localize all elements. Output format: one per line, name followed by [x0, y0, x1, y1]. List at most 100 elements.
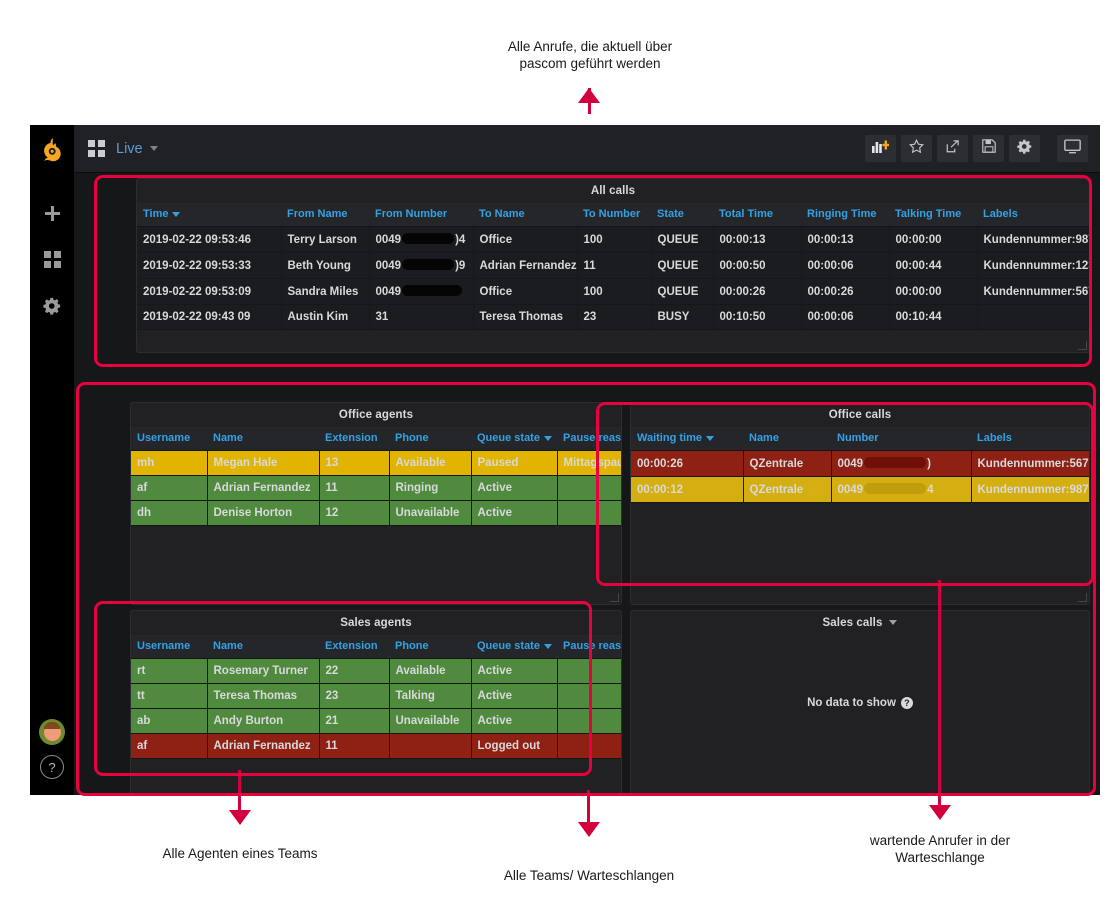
panel-title-sales-calls: Sales calls — [631, 611, 1089, 635]
table-row[interactable]: 2019-02-22 09:53:33 Beth Young 0049)9 Ad… — [137, 253, 1089, 279]
table-row[interactable]: 2019-02-22 09:53:46 Terry Larson 0049)4 … — [137, 227, 1089, 253]
panel-title-sales-agents: Sales agents — [131, 611, 621, 635]
chevron-down-icon — [150, 146, 158, 151]
share-dashboard-button[interactable] — [937, 135, 968, 162]
table-row[interactable]: mh Megan Hale 13 Available Paused Mittag… — [131, 451, 621, 476]
col-queue-state[interactable]: Queue state — [471, 427, 557, 451]
cell-pause-reason — [557, 476, 621, 501]
table-row[interactable]: af Adrian Fernandez 11 Ringing Active — [131, 476, 621, 501]
col-from-name[interactable]: From Name — [281, 203, 369, 227]
col-to-number[interactable]: To Number — [577, 203, 651, 227]
help-circle-icon[interactable]: ? — [901, 697, 913, 709]
dashboard-settings-button[interactable] — [1009, 135, 1040, 162]
user-avatar[interactable] — [39, 719, 65, 745]
cell-queue-state: Logged out — [471, 734, 557, 759]
sidebar-item-configuration[interactable] — [30, 285, 74, 331]
table-row[interactable]: 00:00:12 QZentrale 00494 Kundennummer:98… — [631, 477, 1089, 503]
cell-talking-time: 00:00:00 — [889, 279, 977, 305]
col-username[interactable]: Username — [131, 635, 207, 659]
cell-time: 2019-02-22 09:43 09 — [137, 305, 281, 330]
col-from-number[interactable]: From Number — [369, 203, 473, 227]
sort-desc-icon — [172, 212, 180, 217]
cell-total-time: 00:10:50 — [713, 305, 801, 330]
dashboard-grid-icon[interactable] — [88, 140, 105, 157]
table-row[interactable]: rt Rosemary Turner 22 Available Active — [131, 659, 621, 684]
annotation-agents-arrow — [229, 810, 251, 825]
cell-ringing-time: 00:00:13 — [801, 227, 889, 253]
dashboard-title-button[interactable]: Live — [116, 141, 158, 157]
col-pause-reason[interactable]: Pause reason — [557, 635, 621, 659]
panel-title-office-agents: Office agents — [131, 403, 621, 427]
monitor-icon — [1064, 139, 1081, 159]
tv-mode-button[interactable] — [1057, 135, 1088, 162]
dashboard-topbar: Live — [74, 125, 1100, 173]
table-row[interactable]: ab Andy Burton 21 Unavailable Active — [131, 709, 621, 734]
col-labels[interactable]: Labels — [977, 203, 1089, 227]
number-prefix: 0049 — [376, 260, 402, 272]
col-number[interactable]: Number — [831, 427, 971, 451]
cell-phone: Unavailable — [389, 501, 471, 526]
table-row[interactable]: dh Denise Horton 12 Unavailable Active — [131, 501, 621, 526]
cell-labels: Kundennummer:123456 — [977, 253, 1089, 279]
col-name[interactable]: Name — [743, 427, 831, 451]
star-dashboard-button[interactable] — [901, 135, 932, 162]
panel-resize-handle[interactable] — [610, 593, 619, 602]
col-queue-state[interactable]: Queue state — [471, 635, 557, 659]
sort-desc-icon — [544, 436, 552, 441]
col-phone[interactable]: Phone — [389, 635, 471, 659]
save-icon — [982, 139, 996, 158]
cell-from-name: Terry Larson — [281, 227, 369, 253]
annotation-top-text: Alle Anrufe, die aktuell über pascom gef… — [440, 38, 740, 72]
cell-name: Adrian Fernandez — [207, 476, 319, 501]
panel-office-agents[interactable]: Office agents Username Name Extension Ph… — [130, 402, 622, 605]
cell-extension: 22 — [319, 659, 389, 684]
table-row[interactable]: 2019-02-22 09:53:09 Sandra Miles 0049 Of… — [137, 279, 1089, 305]
col-extension[interactable]: Extension — [319, 635, 389, 659]
table-row[interactable]: 2019-02-22 09:43 09 Austin Kim 31 Teresa… — [137, 305, 1089, 330]
col-ringing-time[interactable]: Ringing Time — [801, 203, 889, 227]
col-total-time[interactable]: Total Time — [713, 203, 801, 227]
panel-sales-calls[interactable]: Sales calls No data to show? — [630, 610, 1090, 795]
topbar-actions — [865, 135, 1088, 162]
cell-state: QUEUE — [651, 253, 713, 279]
col-labels[interactable]: Labels — [971, 427, 1089, 451]
cell-pause-reason — [557, 659, 621, 684]
col-phone[interactable]: Phone — [389, 427, 471, 451]
annotation-waiting-line — [938, 580, 941, 812]
panel-office-calls[interactable]: Office calls Waiting time Name Number La… — [630, 402, 1090, 605]
panel-resize-handle[interactable] — [1078, 593, 1087, 602]
cell-talking-time: 00:00:44 — [889, 253, 977, 279]
help-button[interactable]: ? — [40, 755, 64, 779]
annotation-waiting-arrow — [929, 805, 951, 820]
col-username[interactable]: Username — [131, 427, 207, 451]
add-panel-button[interactable] — [865, 135, 896, 162]
col-time[interactable]: Time — [137, 203, 281, 227]
panel-resize-handle[interactable] — [1078, 341, 1087, 350]
col-talking-time[interactable]: Talking Time — [889, 203, 977, 227]
grafana-logo[interactable] — [37, 135, 67, 165]
col-state[interactable]: State — [651, 203, 713, 227]
cell-extension: 12 — [319, 501, 389, 526]
col-extension[interactable]: Extension — [319, 427, 389, 451]
panel-all-calls[interactable]: All calls Time From Name From Number To … — [136, 178, 1090, 353]
table-sales-agents: Username Name Extension Phone Queue stat… — [131, 635, 621, 759]
col-waiting-time[interactable]: Waiting time — [631, 427, 743, 451]
sidebar-item-dashboards[interactable] — [30, 239, 74, 285]
table-header-row: Waiting time Name Number Labels — [631, 427, 1089, 451]
save-dashboard-button[interactable] — [973, 135, 1004, 162]
table-row[interactable]: af Adrian Fernandez 11 Logged out — [131, 734, 621, 759]
table-row[interactable]: 00:00:26 QZentrale 0049) Kundennummer:56… — [631, 451, 1089, 477]
cell-from-number: 0049 — [369, 279, 473, 305]
col-to-name[interactable]: To Name — [473, 203, 577, 227]
col-name[interactable]: Name — [207, 635, 319, 659]
col-pause-reason[interactable]: Pause reason — [557, 427, 621, 451]
table-row[interactable]: tt Teresa Thomas 23 Talking Active — [131, 684, 621, 709]
cell-total-time: 00:00:13 — [713, 227, 801, 253]
annotation-agents-text: Alle Agenten eines Teams — [90, 845, 390, 862]
col-name[interactable]: Name — [207, 427, 319, 451]
cell-phone: Available — [389, 451, 471, 476]
sidebar-item-create[interactable] — [30, 193, 74, 239]
cell-name: Andy Burton — [207, 709, 319, 734]
number-suffix: )4 — [455, 234, 465, 246]
panel-sales-agents[interactable]: Sales agents Username Name Extension Pho… — [130, 610, 622, 795]
